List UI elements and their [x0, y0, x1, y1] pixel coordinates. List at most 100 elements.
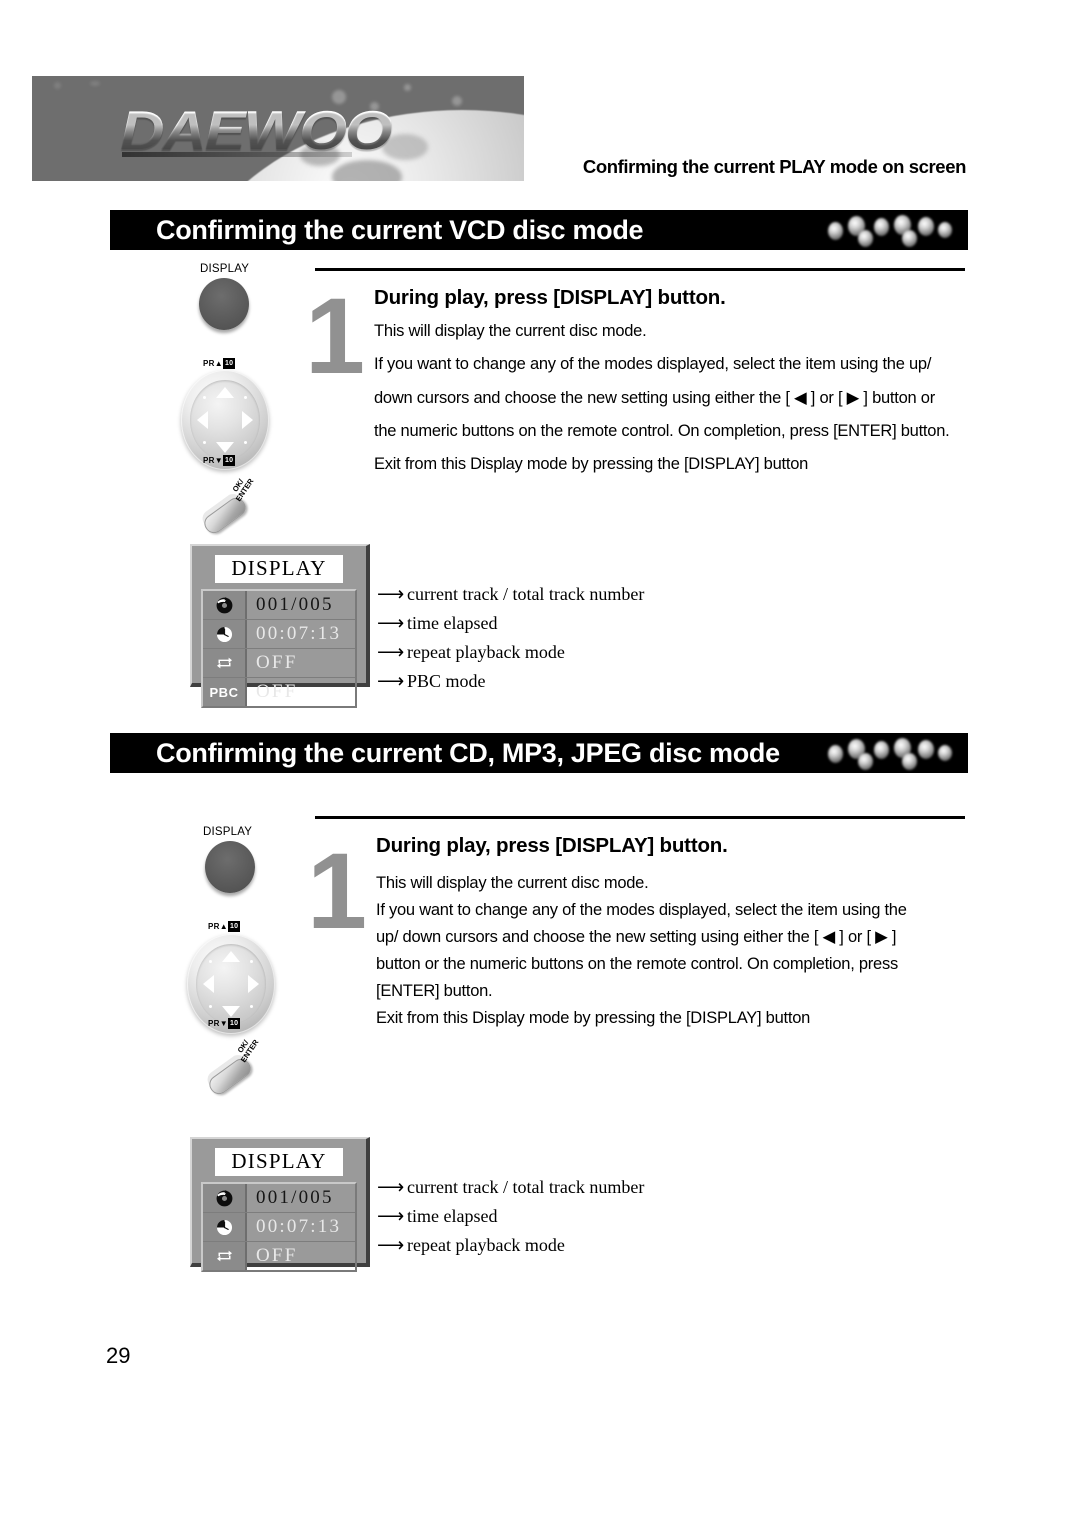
- osd-row-track-2: 001/005: [203, 1184, 355, 1212]
- dpad-left-arrow-icon-1[interactable]: [197, 411, 208, 429]
- osd-display-box-1: DISPLAY 001/005 00:07:13 OFF PBC OFF: [190, 544, 370, 708]
- callout-arrow-icon-1a: ⟶: [377, 584, 405, 605]
- step-line-1-4: Exit from this Display mode by pressing …: [374, 455, 809, 473]
- callout-time-2: ⟶ time elapsed: [377, 1202, 644, 1231]
- osd-row-pbc-1: PBC OFF: [203, 677, 355, 706]
- osd-value-repeat-1: OFF: [256, 652, 298, 673]
- osd-title-2: DISPLAY: [215, 1148, 343, 1176]
- osd-value-pbc-1: OFF: [256, 681, 298, 702]
- pr-down-text-1: PR: [203, 456, 215, 465]
- display-button-label-2: DISPLAY: [203, 826, 253, 838]
- daewoo-logo-banner: DAEWOO: [32, 76, 524, 181]
- callout-track-1: ⟶ current track / total track number: [377, 580, 644, 609]
- clock-icon-1: [203, 620, 247, 648]
- dpad-right-arrow-icon-1[interactable]: [242, 411, 253, 429]
- dpad-down-arrow-icon-2[interactable]: [222, 1006, 240, 1017]
- callout-arrow-icon-1d: ⟶: [377, 671, 405, 692]
- dpad-dot-1a: [203, 396, 206, 399]
- pr-down-box-2: 10: [227, 1018, 241, 1029]
- dpad-dot-1d: [244, 441, 247, 444]
- callout-arrow-icon-2a: ⟶: [377, 1177, 405, 1198]
- running-head: Confirming the current PLAY mode on scre…: [582, 156, 966, 177]
- dpad-dot-2b: [250, 960, 253, 963]
- callout-arrow-icon-1b: ⟶: [377, 613, 405, 634]
- callout-text-1c: repeat playback mode: [407, 642, 565, 662]
- section-banner-cd-mp3-jpeg: Confirming the current CD, MP3, JPEG dis…: [110, 733, 968, 773]
- callout-text-2b: time elapsed: [407, 1206, 498, 1226]
- section-banner-vcd: Confirming the current VCD disc mode: [110, 210, 968, 250]
- dpad-dot-1b: [244, 396, 247, 399]
- dpad-dot-1c: [203, 441, 206, 444]
- pr-up-text-1: PR: [203, 359, 215, 368]
- dpad-right-arrow-icon-2[interactable]: [248, 975, 259, 993]
- disc-track-icon-1: [203, 591, 247, 619]
- ok-enter-button-2[interactable]: OK/ ENTER: [204, 1038, 260, 1105]
- osd-row-time-1: 00:07:13: [203, 619, 355, 648]
- osd-rows-2: 001/005 00:07:13 OFF: [201, 1182, 357, 1272]
- step-number-1: 1: [305, 275, 366, 396]
- step-rule-2: [315, 816, 965, 819]
- osd-value-time-2: 00:07:13: [256, 1216, 342, 1237]
- osd-row-repeat-1: OFF: [203, 648, 355, 677]
- dpad-dot-2c: [209, 1005, 212, 1008]
- step-line-2-0: This will display the current disc mode.: [376, 874, 649, 892]
- callout-time-1: ⟶ time elapsed: [377, 609, 644, 638]
- pr-down-label-1: PR▼ 10: [203, 455, 236, 466]
- step-line-1-1: If you want to change any of the modes d…: [374, 355, 932, 373]
- section-title-cd-mp3-jpeg: Confirming the current CD, MP3, JPEG dis…: [156, 737, 780, 768]
- callout-text-2a: current track / total track number: [407, 1177, 645, 1197]
- osd-callouts-1: ⟶ current track / total track number ⟶ t…: [377, 580, 644, 696]
- callout-text-1d: PBC mode: [407, 671, 486, 691]
- pbc-icon-text-1: PBC: [209, 684, 239, 700]
- display-button-label-1: DISPLAY: [200, 263, 250, 275]
- repeat-icon-2: [203, 1242, 247, 1270]
- osd-row-track-1: 001/005: [203, 591, 355, 619]
- manual-page: DAEWOO Confirming the current PLAY mode …: [0, 0, 1080, 1528]
- display-button-2[interactable]: [205, 841, 255, 893]
- osd-value-track-2: 001/005: [256, 1187, 334, 1208]
- step-line-1-3: the numeric buttons on the remote contro…: [374, 422, 950, 440]
- pr-up-box-1: 10: [222, 358, 236, 369]
- step-line-2-4: [ENTER] button.: [376, 982, 493, 1000]
- clock-icon-2: [203, 1213, 247, 1241]
- ok-enter-button-1[interactable]: OK/ ENTER: [199, 477, 255, 544]
- step-number-2: 1: [307, 830, 368, 951]
- osd-rows-1: 001/005 00:07:13 OFF PBC OFF: [201, 589, 357, 708]
- dpad-up-arrow-icon-1[interactable]: [216, 387, 234, 398]
- step-body-2: This will display the current disc mode.…: [376, 870, 976, 1032]
- sky-dot-4: [452, 96, 462, 106]
- dpad-down-arrow-icon-1[interactable]: [216, 442, 234, 453]
- step-line-2-5: Exit from this Display mode by pressing …: [376, 1009, 811, 1027]
- sky-dot-5: [54, 82, 61, 89]
- osd-value-time-1: 00:07:13: [256, 623, 342, 644]
- osd-display-box-2: DISPLAY 001/005 00:07:13 OFF: [190, 1137, 370, 1272]
- dpad-up-arrow-icon-2[interactable]: [222, 951, 240, 962]
- dpad-dot-2a: [209, 960, 212, 963]
- dpad-left-arrow-icon-2[interactable]: [203, 975, 214, 993]
- callout-track-2: ⟶ current track / total track number: [377, 1173, 644, 1202]
- wordmark-shadow: [122, 152, 352, 157]
- pr-up-label-2: PR▲ 10: [208, 921, 241, 932]
- osd-value-track-1: 001/005: [256, 594, 334, 615]
- callout-repeat-1: ⟶ repeat playback mode: [377, 638, 644, 667]
- pr-up-label-1: PR▲ 10: [203, 358, 236, 369]
- osd-title-1: DISPLAY: [215, 555, 343, 583]
- osd-callouts-2: ⟶ current track / total track number ⟶ t…: [377, 1173, 644, 1260]
- osd-value-repeat-2: OFF: [256, 1245, 298, 1266]
- pr-down-text-2: PR: [208, 1019, 220, 1028]
- osd-row-time-2: 00:07:13: [203, 1212, 355, 1241]
- step-line-2-3: button or the numeric buttons on the rem…: [376, 955, 898, 973]
- pr-up-text-2: PR: [208, 922, 220, 931]
- dpad-dot-2d: [250, 1005, 253, 1008]
- section-title-vcd: Confirming the current VCD disc mode: [156, 214, 644, 245]
- callout-arrow-icon-2b: ⟶: [377, 1206, 405, 1227]
- callout-arrow-icon-2c: ⟶: [377, 1235, 405, 1256]
- sky-dot-3: [404, 84, 411, 91]
- disc-track-icon-2: [203, 1184, 247, 1212]
- callout-text-1a: current track / total track number: [407, 584, 645, 604]
- step-heading-1: During play, press [DISPLAY] button.: [374, 286, 726, 309]
- step-body-1: This will display the current disc mode.…: [374, 322, 954, 474]
- osd-row-repeat-2: OFF: [203, 1241, 355, 1270]
- banner-dots-decoration-2: [826, 733, 956, 773]
- display-button-1[interactable]: [199, 278, 249, 330]
